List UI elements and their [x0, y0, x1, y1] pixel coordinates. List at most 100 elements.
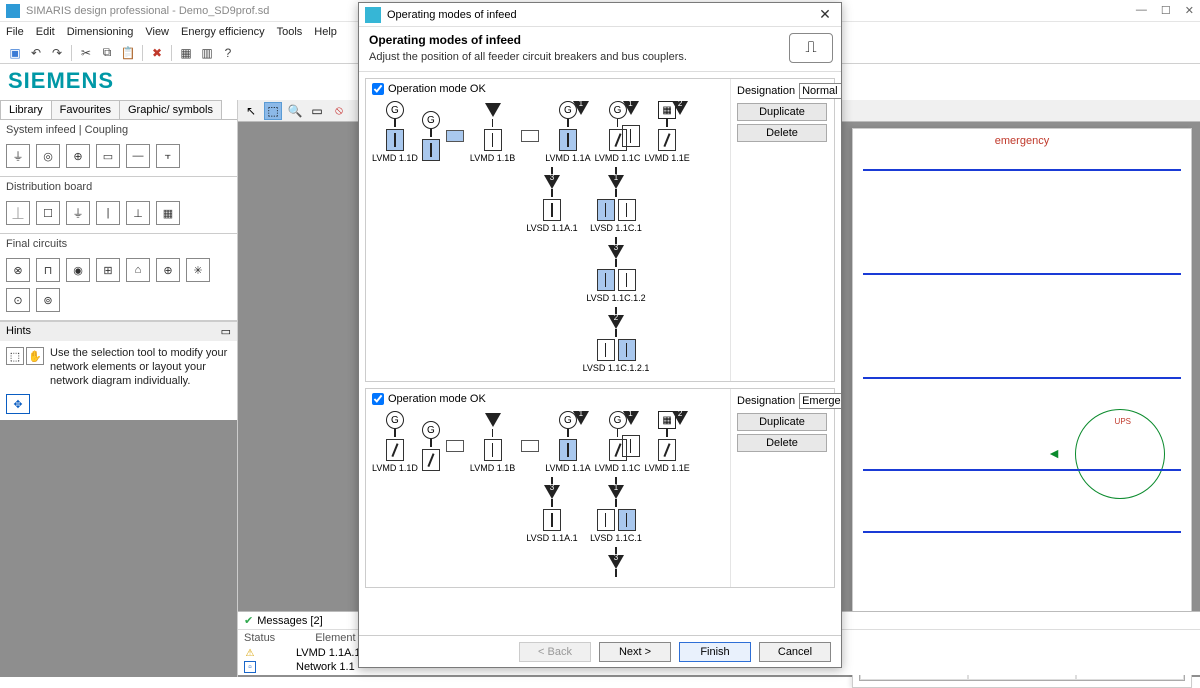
transformer-symbol[interactable]: [484, 101, 502, 119]
delete-icon[interactable]: ✖: [148, 44, 166, 62]
breaker-switch[interactable]: [658, 129, 676, 151]
breaker-switch[interactable]: [484, 439, 502, 461]
drawing-preview[interactable]: emergency UPS ◄: [852, 128, 1192, 688]
save-icon[interactable]: ▣: [6, 44, 24, 62]
menu-dimensioning[interactable]: Dimensioning: [67, 26, 134, 38]
final-symbol[interactable]: ✳: [186, 258, 210, 282]
transformer-symbol[interactable]: [484, 411, 502, 429]
move-tool-icon[interactable]: ✥: [6, 394, 30, 414]
menu-help[interactable]: Help: [314, 26, 337, 38]
maximize-button[interactable]: ☐: [1161, 4, 1171, 17]
undo-icon[interactable]: ↶: [27, 44, 45, 62]
breaker-switch[interactable]: [618, 199, 636, 221]
library-panel: Library Favourites Graphic/ symbols Syst…: [0, 100, 238, 677]
delete-button[interactable]: Delete: [737, 434, 827, 452]
breaker-switch[interactable]: [597, 199, 615, 221]
dist-symbol[interactable]: ▦: [156, 201, 180, 225]
breaker-switch[interactable]: [618, 339, 636, 361]
menu-edit[interactable]: Edit: [36, 26, 55, 38]
final-symbol[interactable]: ⊚: [36, 288, 60, 312]
select-tool-icon[interactable]: ⬚: [6, 347, 24, 365]
back-button[interactable]: < Back: [519, 642, 591, 662]
generator-symbol[interactable]: G: [422, 421, 440, 439]
close-button[interactable]: ✕: [1185, 4, 1194, 17]
tab-favourites[interactable]: Favourites: [51, 100, 120, 119]
breaker-switch[interactable]: [543, 509, 561, 531]
zoom-icon[interactable]: 🔍: [286, 102, 304, 120]
breaker-switch[interactable]: [622, 435, 640, 457]
dist-symbol[interactable]: ☐: [36, 201, 60, 225]
breaker-switch[interactable]: [386, 439, 404, 461]
layout-icon[interactable]: ▥: [198, 44, 216, 62]
menu-file[interactable]: File: [6, 26, 24, 38]
generator-symbol[interactable]: G: [386, 411, 404, 429]
minimize-button[interactable]: —: [1136, 4, 1147, 17]
breaker-switch[interactable]: [543, 199, 561, 221]
breaker-switch[interactable]: [597, 269, 615, 291]
designation-input[interactable]: [799, 83, 841, 99]
breaker-switch[interactable]: [597, 339, 615, 361]
final-symbol[interactable]: ⊗: [6, 258, 30, 282]
fit-icon[interactable]: ▭: [308, 102, 326, 120]
final-symbol[interactable]: ◉: [66, 258, 90, 282]
duplicate-button[interactable]: Duplicate: [737, 413, 827, 431]
designation-input[interactable]: [799, 393, 841, 409]
breaker-switch[interactable]: [597, 509, 615, 531]
infeed-symbol[interactable]: ⫟: [156, 144, 180, 168]
final-symbol[interactable]: ⊞: [96, 258, 120, 282]
breaker-switch[interactable]: [422, 139, 440, 161]
dist-symbol[interactable]: ⏚: [66, 201, 90, 225]
duplicate-button[interactable]: Duplicate: [737, 103, 827, 121]
copy-icon[interactable]: ⧉: [98, 44, 116, 62]
infeed-symbol[interactable]: ▭: [96, 144, 120, 168]
breaker-switch[interactable]: [559, 129, 577, 151]
bus-coupler[interactable]: [521, 440, 539, 452]
bus-coupler[interactable]: [446, 440, 464, 452]
bus-coupler[interactable]: [521, 130, 539, 142]
opmode-ok-checkbox[interactable]: Operation mode OK: [372, 393, 724, 405]
infeed-symbol[interactable]: ⏚: [6, 144, 30, 168]
pointer-icon[interactable]: ↖: [242, 102, 260, 120]
menu-view[interactable]: View: [145, 26, 169, 38]
dist-symbol[interactable]: ⏊: [6, 201, 30, 225]
dialog-close-button[interactable]: ✕: [815, 6, 835, 23]
final-symbol[interactable]: ⌂: [126, 258, 150, 282]
final-symbol[interactable]: ⊕: [156, 258, 180, 282]
menu-energy[interactable]: Energy efficiency: [181, 26, 265, 38]
generator-symbol[interactable]: G: [422, 111, 440, 129]
stop-icon[interactable]: ⦸: [330, 102, 348, 120]
help-icon[interactable]: ?: [219, 44, 237, 62]
breaker-switch[interactable]: [484, 129, 502, 151]
breaker-switch[interactable]: [618, 509, 636, 531]
paste-icon[interactable]: 📋: [119, 44, 137, 62]
final-symbol[interactable]: ⊙: [6, 288, 30, 312]
infeed-symbol[interactable]: —: [126, 144, 150, 168]
menu-tools[interactable]: Tools: [277, 26, 303, 38]
dist-symbol[interactable]: |: [96, 201, 120, 225]
hand-tool-icon[interactable]: ✋: [26, 347, 44, 365]
hints-collapse-icon[interactable]: ▭: [221, 325, 231, 338]
infeed-symbol[interactable]: ⊕: [66, 144, 90, 168]
bus-coupler[interactable]: [446, 130, 464, 142]
tab-library[interactable]: Library: [0, 100, 52, 119]
redo-icon[interactable]: ↷: [48, 44, 66, 62]
breaker-switch[interactable]: [658, 439, 676, 461]
grid-icon[interactable]: ▦: [177, 44, 195, 62]
infeed-symbol[interactable]: ◎: [36, 144, 60, 168]
breaker-switch[interactable]: [559, 439, 577, 461]
next-button[interactable]: Next >: [599, 642, 671, 662]
final-symbol[interactable]: ⊓: [36, 258, 60, 282]
cut-icon[interactable]: ✂: [77, 44, 95, 62]
cancel-button[interactable]: Cancel: [759, 642, 831, 662]
generator-symbol[interactable]: G: [386, 101, 404, 119]
delete-button[interactable]: Delete: [737, 124, 827, 142]
breaker-switch[interactable]: [422, 449, 440, 471]
breaker-switch[interactable]: [622, 125, 640, 147]
dist-symbol[interactable]: ⊥: [126, 201, 150, 225]
finish-button[interactable]: Finish: [679, 642, 751, 662]
opmode-ok-checkbox[interactable]: Operation mode OK: [372, 83, 724, 95]
tab-graphic[interactable]: Graphic/ symbols: [119, 100, 222, 119]
breaker-switch[interactable]: [618, 269, 636, 291]
select-icon[interactable]: ⬚: [264, 102, 282, 120]
breaker-switch[interactable]: [386, 129, 404, 151]
